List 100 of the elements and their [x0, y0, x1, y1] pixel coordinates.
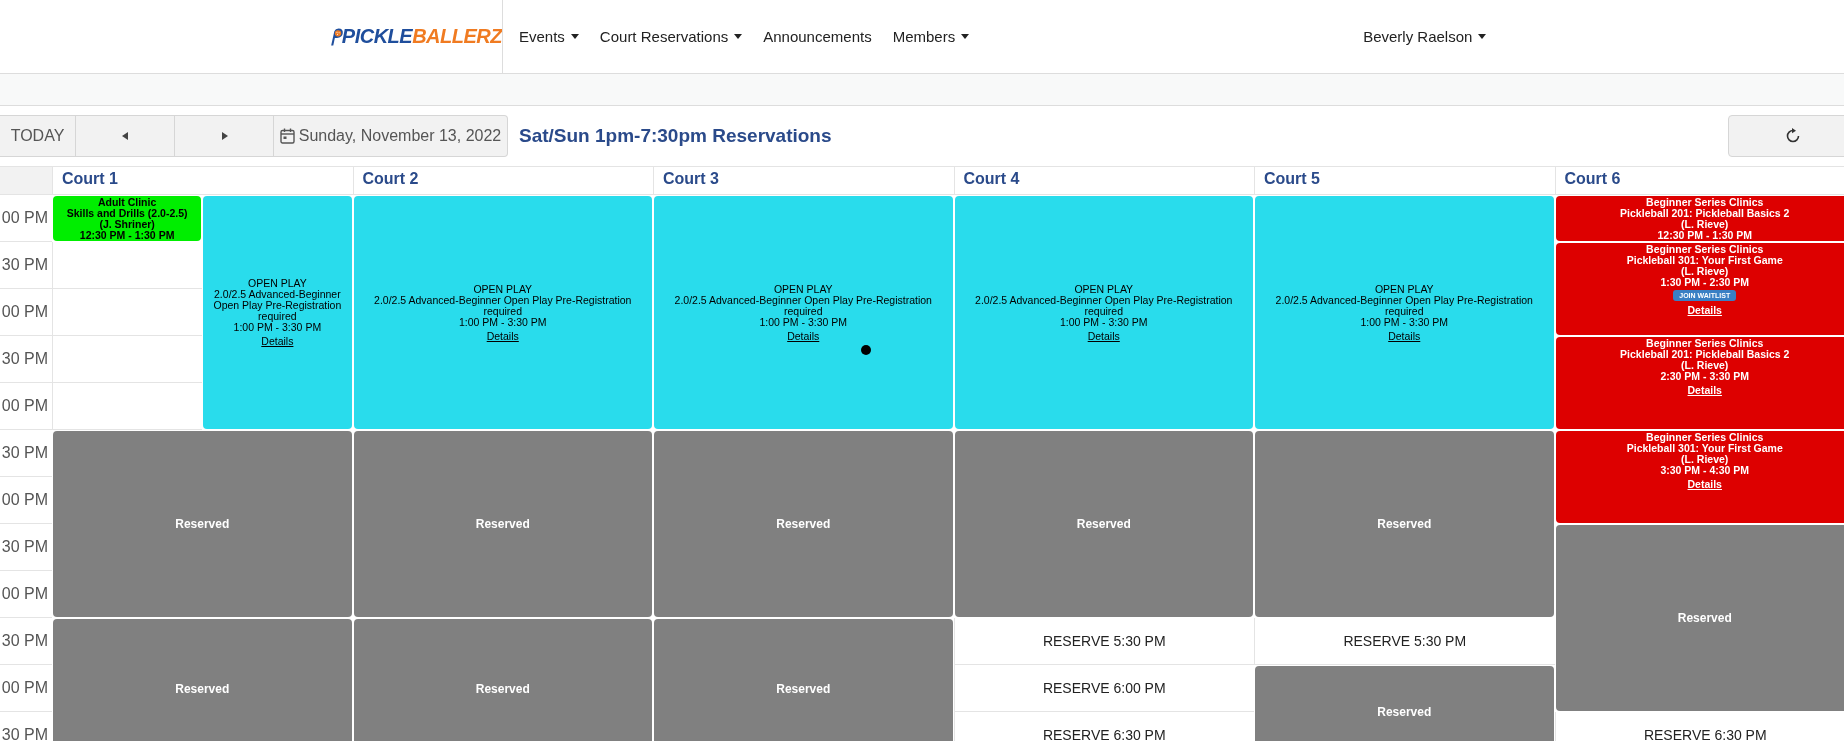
time-label: 30 PM: [0, 618, 52, 665]
reserved-block: Reserved: [1255, 666, 1554, 741]
next-button[interactable]: [175, 115, 274, 157]
reserved-block: Reserved: [53, 431, 352, 617]
date-picker-button[interactable]: Sunday, November 13, 2022: [274, 115, 508, 157]
event-text: Adult Clinic: [97, 197, 157, 208]
cursor-dot: [861, 345, 871, 355]
time-label: 30 PM: [0, 712, 52, 741]
event-text: 1:00 PM - 3:30 PM: [1360, 316, 1448, 328]
event-text: (L. Rieve): [1681, 266, 1729, 277]
reserve-slot-button[interactable]: RESERVE 6:00 PM: [953, 665, 1254, 712]
event-text: OPEN PLAY: [248, 278, 307, 289]
event-block[interactable]: OPEN PLAY 2.0/2.5 Advanced-Beginner Open Play Pre-Registration required 1:00 PM - 3:30 PM Details: [954, 196, 1253, 429]
event-text: Pickleball 301: Your First Game: [1626, 443, 1783, 454]
event-text: 2.0/2.5 Advanced-Beginner Open Play Pre-Registration required: [974, 294, 1234, 317]
event-text: Pickleball 201: Pickleball Basics 2: [1620, 208, 1790, 219]
refresh-icon: [1785, 128, 1801, 144]
event-block[interactable]: OPEN PLAY 2.0/2.5 Advanced-Beginner Open Play Pre-Registration required 1:00 PM - 3:30 PM Details: [353, 196, 652, 429]
event-text: 1:30 PM - 2:30 PM: [1660, 277, 1750, 288]
time-label: 30 PM: [0, 524, 52, 571]
time-label: 30 PM: [0, 430, 52, 477]
event-text: (L. Rieve): [1681, 219, 1729, 230]
event-block[interactable]: Adult Clinic Skills and Drills (2.0-2.5) (J. Shriner) 12:30 PM - 1:30 PM: [53, 196, 202, 241]
event-block[interactable]: Beginner Series Clinics Pickleball 201: Pickleball Basics 2 (L. Rieve) 2:30 PM - 3:30 PM Details: [1555, 337, 1844, 429]
event-text: OPEN PLAY: [1374, 283, 1434, 295]
caret-icon: [1478, 34, 1487, 39]
details-link[interactable]: Details: [486, 330, 519, 342]
empty-slot[interactable]: [52, 289, 203, 336]
reserved-block: Reserved: [654, 431, 953, 617]
event-text: Pickleball 301: Your First Game: [1626, 255, 1783, 266]
court-header: Court 5: [1254, 167, 1555, 194]
schedule-title: Sat/Sun 1pm-7:30pm Reservations: [519, 125, 832, 147]
details-link[interactable]: Details: [1087, 330, 1120, 342]
event-block[interactable]: Beginner Series Clinics Pickleball 201: Pickleball Basics 2 (L. Rieve) 12:30 PM - 1:30 PM: [1555, 196, 1844, 241]
event-text: Beginner Series Clinics: [1646, 432, 1764, 443]
previous-button[interactable]: [76, 115, 175, 157]
event-text: OPEN PLAY: [773, 283, 833, 295]
court-header: Court 3: [653, 167, 954, 194]
event-text: 1:00 PM - 3:30 PM: [759, 316, 847, 328]
court-header: Court 4: [953, 167, 1254, 194]
user-menu[interactable]: Beverly Raelson: [1363, 28, 1487, 45]
event-text: 12:30 PM - 1:30 PM: [79, 230, 175, 241]
event-text: 2.0/2.5 Advanced-Beginner Open Play Pre-Registration required: [673, 294, 933, 317]
time-label: 00 PM: [0, 195, 52, 242]
reserved-block: Reserved: [353, 431, 652, 617]
details-link[interactable]: Details: [261, 336, 294, 347]
event-text: Skills and Drills (2.0-2.5): [66, 208, 188, 219]
event-text: 12:30 PM - 1:30 PM: [1657, 230, 1752, 241]
time-label: 00 PM: [0, 477, 52, 524]
event-text: 1:00 PM - 3:30 PM: [1059, 316, 1148, 328]
empty-slot[interactable]: [52, 383, 203, 430]
court-header: Court 1: [52, 167, 353, 194]
right-arrow-icon: [220, 132, 228, 140]
event-text: 1:00 PM - 3:30 PM: [233, 322, 322, 333]
empty-slot[interactable]: [52, 336, 203, 383]
event-text: 2:30 PM - 3:30 PM: [1660, 371, 1750, 382]
logo[interactable]: PICKLEBALLERZ: [328, 19, 502, 54]
event-block[interactable]: OPEN PLAY 2.0/2.5 Advanced-Beginner Open Play Pre-Registration required 1:00 PM - 3:30 PM Details: [1255, 196, 1554, 429]
reserved-block: Reserved: [353, 619, 652, 741]
event-text: (J. Shriner): [99, 219, 155, 230]
details-link[interactable]: Details: [1687, 479, 1722, 490]
left-arrow-icon: [121, 132, 129, 140]
event-text: OPEN PLAY: [473, 283, 533, 295]
reserve-slot-button[interactable]: RESERVE 5:30 PM: [953, 618, 1254, 665]
today-button[interactable]: TODAY: [0, 115, 76, 157]
time-label: 00 PM: [0, 665, 52, 712]
details-link[interactable]: Details: [1388, 330, 1421, 342]
event-block[interactable]: OPEN PLAY 2.0/2.5 Advanced-Beginner Open Play Pre-Registration required 1:00 PM - 3:30 PM Details: [654, 196, 953, 429]
event-text: (L. Rieve): [1681, 360, 1729, 371]
nav-menu-item[interactable]: Court Reservations: [599, 28, 743, 45]
calendar-icon: [279, 128, 295, 144]
refresh-button[interactable]: [1728, 115, 1844, 157]
event-text: Beginner Series Clinics: [1646, 197, 1764, 208]
details-link[interactable]: Details: [1687, 385, 1722, 396]
reserve-slot-button[interactable]: RESERVE 5:30 PM: [1254, 618, 1555, 665]
nav-menu-item[interactable]: Members: [892, 28, 970, 45]
event-block[interactable]: OPEN PLAY 2.0/2.5 Advanced-Beginner Open Play Pre-Registration required 1:00 PM - 3:30 PM Details: [203, 196, 352, 429]
event-text: 2.0/2.5 Advanced-Beginner Open Play Pre-Registration required: [1274, 294, 1534, 317]
reserved-block: Reserved: [1255, 431, 1554, 617]
event-text: 2.0/2.5 Advanced-Beginner Open Play Pre-Registration required: [373, 294, 633, 317]
event-text: Pickleball 201: Pickleball Basics 2: [1620, 349, 1790, 360]
caret-icon: [961, 34, 970, 39]
event-text: 1:00 PM - 3:30 PM: [458, 316, 547, 328]
reserved-block: Reserved: [954, 431, 1253, 617]
caret-icon: [570, 34, 579, 39]
event-text: (L. Rieve): [1681, 454, 1729, 465]
event-text: 3:30 PM - 4:30 PM: [1660, 465, 1750, 476]
event-text: Beginner Series Clinics: [1646, 338, 1764, 349]
event-block[interactable]: Beginner Series Clinics Pickleball 301: Your First Game (L. Rieve) 3:30 PM - 4:30 PM Details: [1555, 431, 1844, 523]
details-link[interactable]: Details: [787, 330, 820, 342]
details-link[interactable]: Details: [1687, 305, 1722, 316]
header-corner: [0, 167, 52, 194]
empty-slot[interactable]: [52, 242, 203, 289]
court-header: Court 6: [1554, 167, 1844, 194]
reserved-block: Reserved: [53, 619, 352, 741]
time-label: 00 PM: [0, 571, 52, 618]
reserved-block: Reserved: [654, 619, 953, 741]
caret-icon: [734, 34, 743, 39]
nav-menu-item[interactable]: Events: [519, 28, 579, 45]
nav-menu-item[interactable]: Announcements: [763, 28, 872, 45]
